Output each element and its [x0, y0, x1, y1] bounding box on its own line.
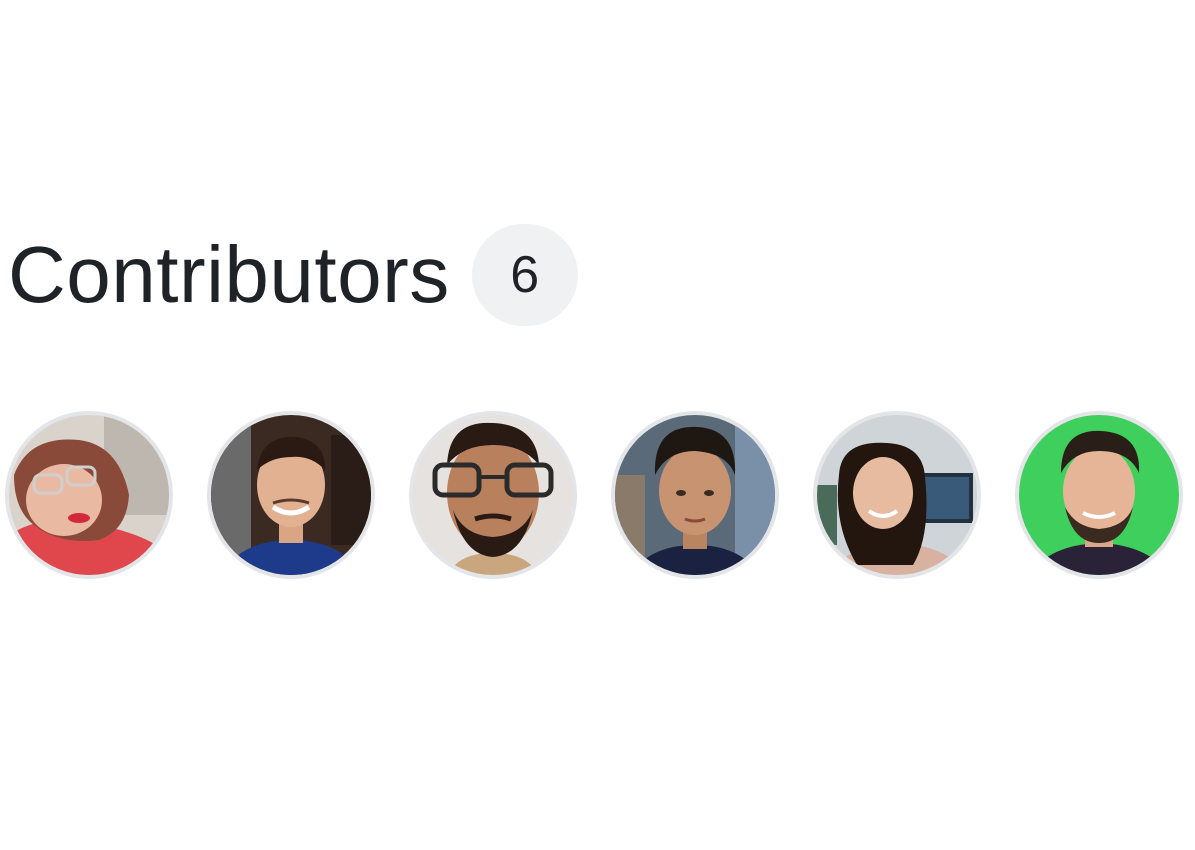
- avatar-photo-icon: [413, 415, 573, 575]
- avatar-photo-icon: [9, 415, 169, 575]
- avatar-photo-icon: [615, 415, 775, 575]
- contributors-title[interactable]: Contributors: [8, 235, 450, 315]
- contributor-avatar[interactable]: [813, 411, 981, 579]
- avatar-photo-icon: [817, 415, 977, 575]
- contributor-avatar[interactable]: [207, 411, 375, 579]
- contributor-avatar[interactable]: [1015, 411, 1183, 579]
- contributor-avatar[interactable]: [5, 411, 173, 579]
- contributor-avatar[interactable]: [409, 411, 577, 579]
- contributor-avatar-list: [5, 411, 1183, 579]
- contributors-section: Contributors 6: [0, 0, 1195, 850]
- contributor-avatar[interactable]: [611, 411, 779, 579]
- avatar-photo-icon: [1019, 415, 1179, 575]
- contributors-count-badge: 6: [471, 224, 578, 326]
- avatar-photo-icon: [211, 415, 371, 575]
- contributors-header: Contributors 6: [8, 224, 578, 326]
